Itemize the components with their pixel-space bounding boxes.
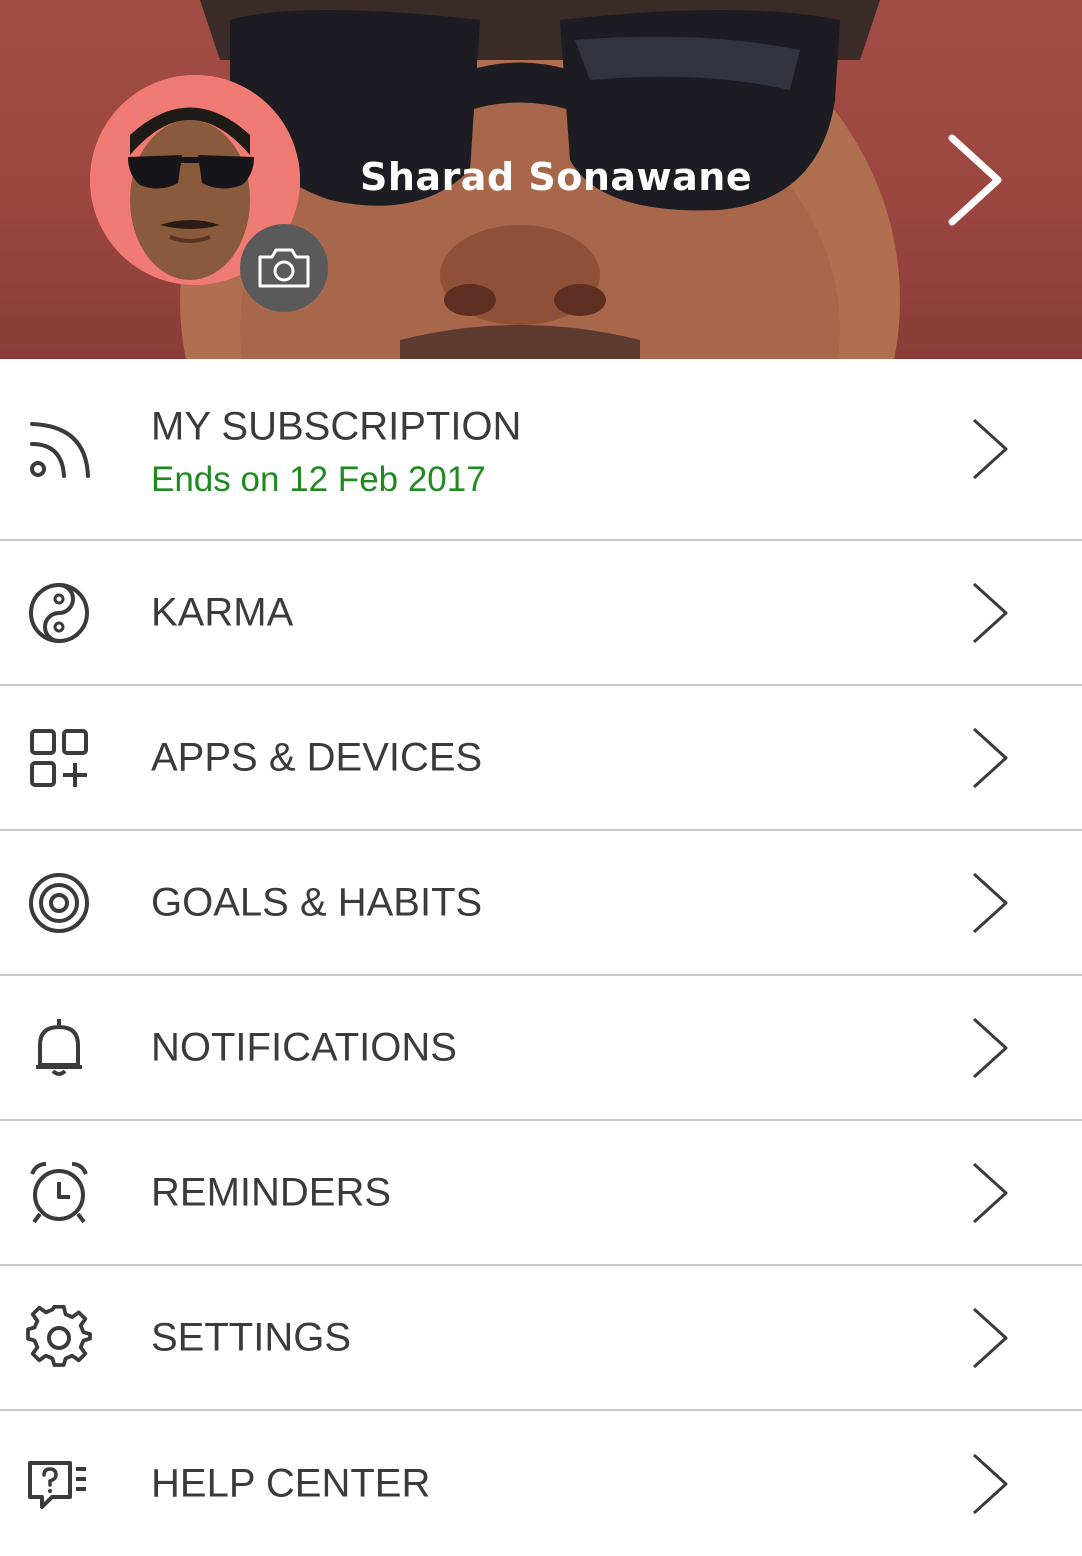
chevron-right-icon: [972, 727, 1008, 788]
gear-icon: [26, 1304, 92, 1367]
menu-item-reminders[interactable]: REMINDERS: [0, 1121, 1082, 1266]
menu-item-label: HELP CENTER: [151, 1461, 431, 1505]
menu-item-notifications[interactable]: NOTIFICATIONS: [0, 976, 1082, 1121]
subscription-end-date: Ends on 12 Feb 2017: [151, 460, 486, 499]
menu-item-label: GOALS & HABITS: [151, 880, 483, 924]
chevron-right-icon: [972, 1453, 1008, 1514]
settings-menu: MY SUBSCRIPTION Ends on 12 Feb 2017 KARM…: [0, 359, 1082, 1556]
chevron-right-icon: [972, 582, 1008, 643]
bell-icon: [36, 1018, 82, 1076]
apps-add-icon: [30, 728, 88, 787]
menu-item-help-center[interactable]: HELP CENTER: [0, 1411, 1082, 1556]
menu-item-label: APPS & DEVICES: [151, 735, 483, 779]
chevron-right-icon: [972, 418, 1008, 480]
change-photo-button[interactable]: [240, 224, 328, 312]
chevron-right-icon: [972, 872, 1008, 933]
menu-item-karma[interactable]: KARMA: [0, 541, 1082, 686]
yin-yang-icon: [29, 582, 89, 643]
menu-item-apps-devices[interactable]: APPS & DEVICES: [0, 686, 1082, 831]
menu-item-my-subscription[interactable]: MY SUBSCRIPTION Ends on 12 Feb 2017: [0, 359, 1082, 541]
menu-item-goals-habits[interactable]: GOALS & HABITS: [0, 831, 1082, 976]
menu-item-label: MY SUBSCRIPTION: [151, 404, 522, 449]
menu-item-label: SETTINGS: [151, 1315, 352, 1359]
menu-item-label: NOTIFICATIONS: [151, 1025, 457, 1069]
menu-item-label: KARMA: [151, 590, 294, 634]
menu-item-settings[interactable]: SETTINGS: [0, 1266, 1082, 1411]
chevron-right-icon: [972, 1307, 1008, 1368]
rss-icon: [30, 422, 90, 478]
chevron-right-icon: [972, 1017, 1008, 1078]
target-icon: [29, 872, 89, 933]
profile-header[interactable]: Sharad Sonawane: [0, 0, 1082, 359]
alarm-clock-icon: [30, 1161, 88, 1223]
menu-item-label: REMINDERS: [151, 1170, 392, 1214]
camera-icon: [258, 248, 310, 288]
chevron-right-icon: [972, 1162, 1008, 1223]
profile-name: Sharad Sonawane: [360, 155, 753, 199]
help-icon: [28, 1460, 86, 1509]
chevron-right-icon[interactable]: [940, 130, 1010, 230]
